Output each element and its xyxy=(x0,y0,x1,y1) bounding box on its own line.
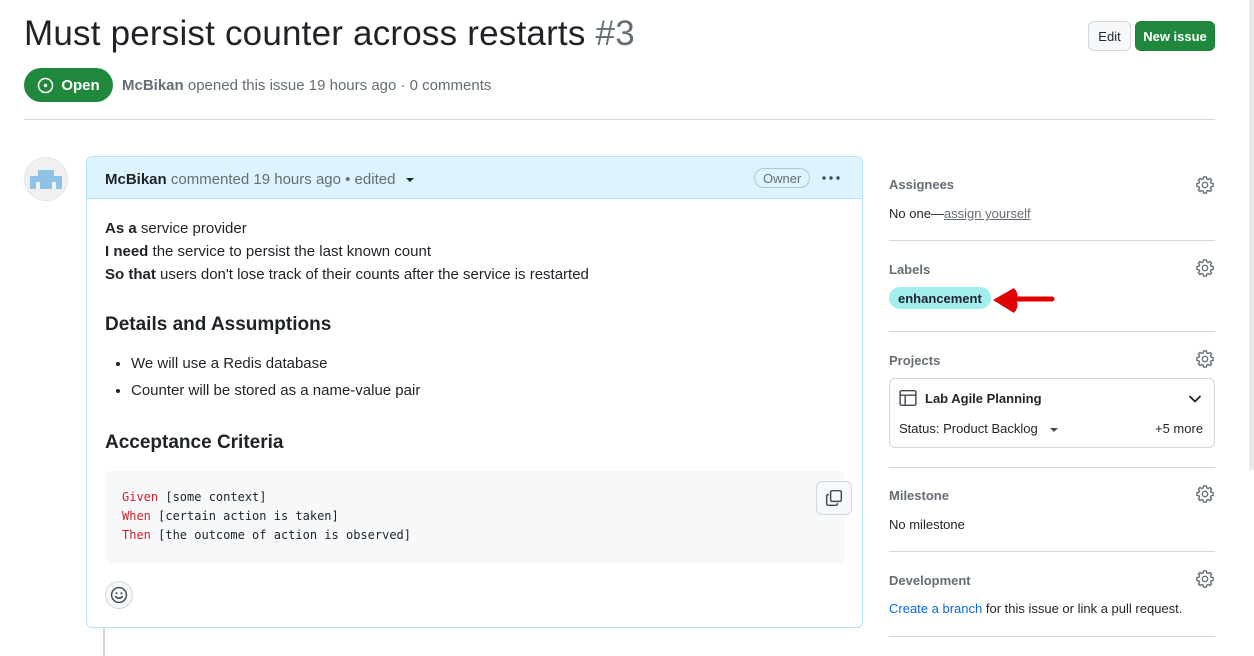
issue-comment: McBikan commented 19 hours ago • edited … xyxy=(86,156,863,628)
issue-title-text: Must persist counter across restarts xyxy=(24,14,586,53)
copy-icon xyxy=(825,489,843,507)
kebab-icon xyxy=(822,176,840,180)
labels-heading: Labels xyxy=(889,262,931,277)
header-divider xyxy=(24,119,1215,120)
owner-badge: Owner xyxy=(754,168,811,188)
story-keyword: So that xyxy=(105,266,156,283)
assignees-heading: Assignees xyxy=(889,177,955,192)
label-enhancement[interactable]: enhancement xyxy=(889,287,991,309)
acceptance-heading: Acceptance Criteria xyxy=(105,432,284,453)
project-card: Lab Agile Planning Status: Product Backl… xyxy=(889,378,1215,448)
sidebar-divider xyxy=(889,240,1215,241)
code-keyword: Given xyxy=(122,490,159,504)
sidebar-divider xyxy=(889,331,1215,332)
story-text: the service to persist the last known co… xyxy=(148,243,432,260)
assign-yourself-link[interactable]: assign yourself xyxy=(944,206,1031,221)
create-branch-link[interactable]: Create a branch xyxy=(889,601,982,616)
code-keyword: When xyxy=(122,509,151,523)
code-text: [some context] xyxy=(158,490,267,504)
code-text: [certain action is taken] xyxy=(150,509,339,523)
comment-meta: McBikan commented 19 hours ago • edited xyxy=(105,171,415,188)
development-text: for this issue or link a pull request. xyxy=(982,601,1183,616)
caret-down-icon xyxy=(1050,427,1059,432)
timeline-line xyxy=(103,628,105,656)
details-heading: Details and Assumptions xyxy=(105,314,332,335)
sidebar-divider xyxy=(889,551,1215,552)
table-icon xyxy=(899,389,917,407)
projects-heading: Projects xyxy=(889,353,941,368)
edit-button[interactable]: Edit xyxy=(1088,21,1131,51)
code-line: Then [the outcome of action is observed] xyxy=(122,528,411,542)
project-more-link[interactable]: +5 more xyxy=(1155,421,1203,436)
caret-down-icon xyxy=(405,178,414,183)
sidebar-divider xyxy=(889,636,1215,637)
gear-icon[interactable] xyxy=(1196,570,1214,588)
gear-icon[interactable] xyxy=(1196,350,1214,368)
sidebar-divider xyxy=(889,467,1215,468)
milestone-value: No milestone xyxy=(889,517,965,532)
issue-title: Must persist counter across restarts #3 xyxy=(24,14,635,54)
issue-opened-text: opened this issue 19 hours ago · 0 comme… xyxy=(187,77,492,94)
project-status-dropdown[interactable]: Status: Product Backlog xyxy=(899,421,1059,436)
story-keyword: As a xyxy=(105,220,137,237)
red-arrow-annotation xyxy=(993,288,1055,313)
list-item: We will use a Redis database xyxy=(131,354,420,381)
story-line-3: So that users don't lose track of their … xyxy=(105,266,589,283)
status-badge: Open xyxy=(24,68,113,102)
project-status-text: Status: Product Backlog xyxy=(899,421,1038,436)
avatar[interactable] xyxy=(24,157,68,201)
issue-meta: McBikan opened this issue 19 hours ago ·… xyxy=(122,77,491,94)
gear-icon[interactable] xyxy=(1196,176,1214,194)
add-reaction-button[interactable] xyxy=(105,581,133,609)
comment-meta-text: commented 19 hours ago • edited xyxy=(170,171,396,188)
code-text: [the outcome of action is observed] xyxy=(150,528,411,542)
assignees-value: No one—assign yourself xyxy=(889,206,1031,221)
chevron-down-icon[interactable] xyxy=(1188,392,1202,406)
details-list: We will use a Redis database Counter wil… xyxy=(105,354,420,408)
new-issue-button[interactable]: New issue xyxy=(1135,21,1215,51)
gear-icon[interactable] xyxy=(1196,259,1214,277)
story-text: service provider xyxy=(136,220,247,237)
copy-button[interactable] xyxy=(816,481,852,515)
comment-options-button[interactable] xyxy=(820,169,842,187)
assignees-none-text: No one— xyxy=(889,206,944,221)
story-keyword: I need xyxy=(105,243,149,260)
issue-opened-icon xyxy=(38,77,54,93)
development-value: Create a branch for this issue or link a… xyxy=(889,601,1182,616)
scrollbar[interactable] xyxy=(1249,0,1254,470)
project-name-link[interactable]: Lab Agile Planning xyxy=(925,391,1042,406)
issue-author-link[interactable]: McBikan xyxy=(122,77,184,94)
milestone-heading: Milestone xyxy=(889,488,949,503)
comment-author-link[interactable]: McBikan xyxy=(105,171,167,188)
gear-icon[interactable] xyxy=(1196,485,1214,503)
code-line: Given [some context] xyxy=(122,490,267,504)
code-line: When [certain action is taken] xyxy=(122,509,339,523)
smiley-icon xyxy=(110,586,128,604)
comment-edited-dropdown[interactable]: commented 19 hours ago • edited xyxy=(171,171,415,188)
code-block: Given [some context] When [certain actio… xyxy=(105,471,852,563)
code-keyword: Then xyxy=(122,528,151,542)
status-label: Open xyxy=(61,76,100,94)
issue-number: #3 xyxy=(595,14,635,53)
story-line-2: I need the service to persist the last k… xyxy=(105,243,431,260)
identicon-icon xyxy=(25,158,67,200)
story-text: users don't lose track of their counts a… xyxy=(155,266,589,283)
list-item: Counter will be stored as a name-value p… xyxy=(131,381,420,408)
development-heading: Development xyxy=(889,573,971,588)
comment-header: McBikan commented 19 hours ago • edited … xyxy=(87,157,862,199)
story-line-1: As a service provider xyxy=(105,220,247,237)
